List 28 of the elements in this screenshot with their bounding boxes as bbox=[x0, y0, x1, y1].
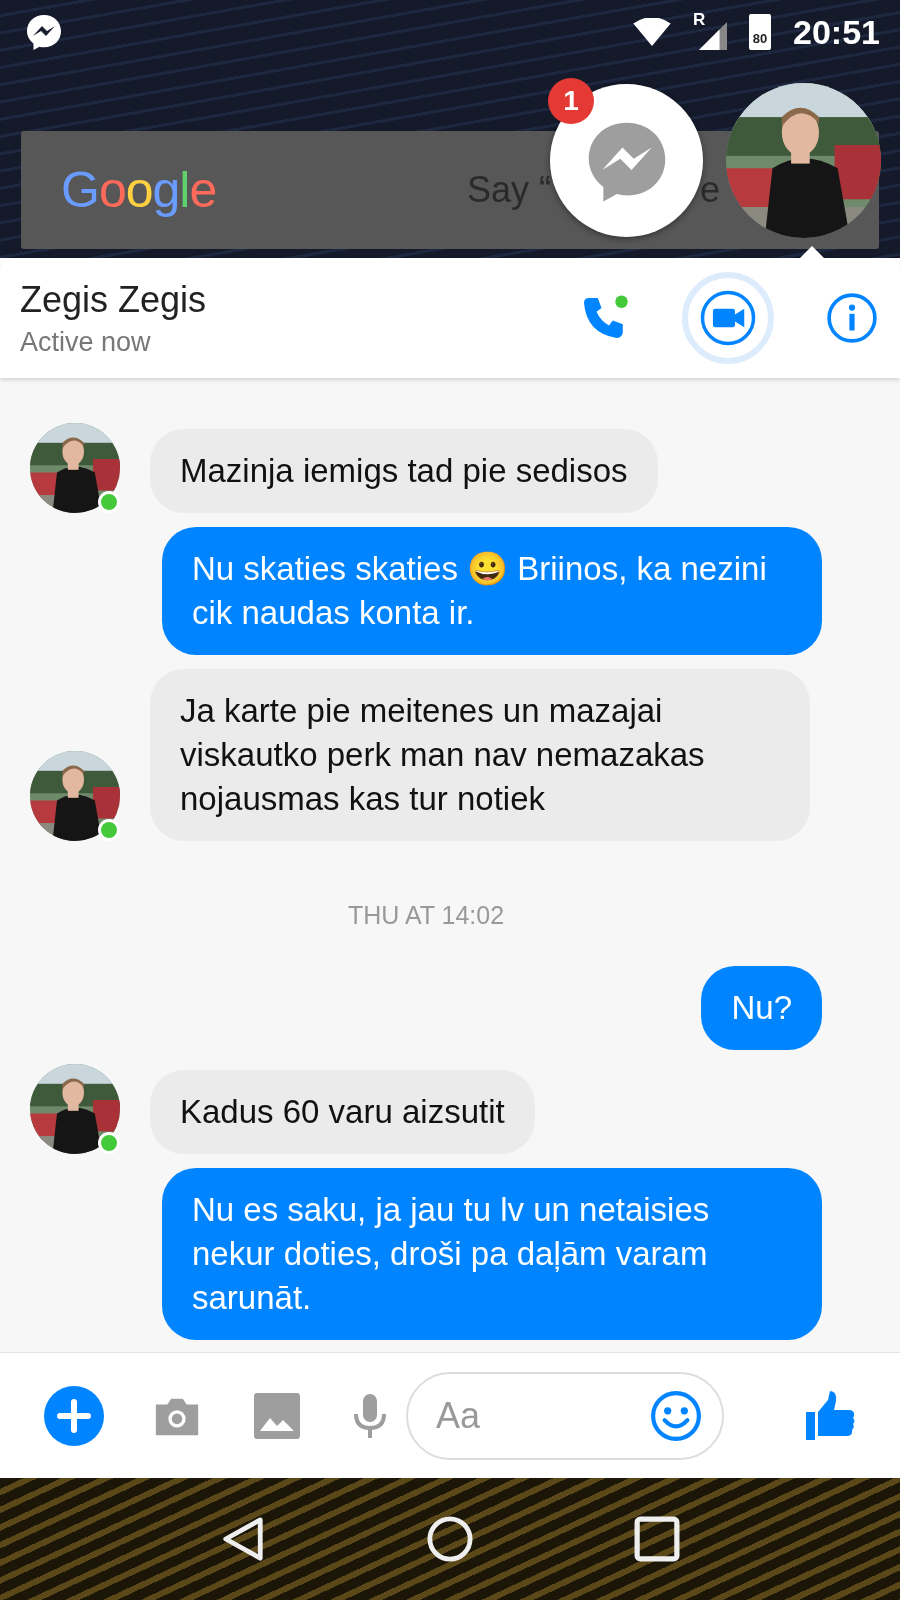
recent-apps-button[interactable] bbox=[633, 1516, 680, 1562]
sent-message: Nu? bbox=[701, 966, 822, 1050]
info-button[interactable] bbox=[824, 290, 880, 346]
contact-name: Zegis Zegis bbox=[20, 278, 208, 321]
info-icon bbox=[826, 292, 878, 344]
message-field[interactable]: Aa bbox=[406, 1371, 724, 1460]
clock: 20:51 bbox=[793, 12, 880, 52]
sent-message: Nu es saku, ja jau tu lv un netaisies nekur doties, droši pa daļām varam sarunāt. bbox=[162, 1168, 822, 1340]
received-message: Kadus 60 varu aizsutit bbox=[150, 1070, 535, 1154]
timestamp: THU AT 14:02 bbox=[346, 900, 506, 931]
microphone-icon[interactable] bbox=[352, 1391, 388, 1440]
received-message: Ja karte pie meitenes un mazajai viskautko perk man nav nemazakas nojausmas kas tur notiek bbox=[150, 669, 810, 841]
notification-badge: 1 bbox=[548, 78, 594, 124]
message-input[interactable]: Aa bbox=[434, 1393, 650, 1438]
video-camera-icon bbox=[699, 289, 757, 347]
roaming-label: R bbox=[693, 10, 706, 30]
messenger-icon bbox=[24, 12, 64, 52]
active-status: Active now bbox=[20, 326, 152, 358]
sent-message: Nu skaties skaties 😀 Briinos, ka nezini cik naudas konta ir. bbox=[162, 527, 822, 655]
like-button[interactable] bbox=[804, 1389, 856, 1442]
received-message: Mazinja iemigs tad pie sedisos bbox=[150, 429, 658, 513]
emoji-icon[interactable] bbox=[650, 1389, 702, 1442]
add-button[interactable] bbox=[44, 1385, 104, 1446]
wifi-icon bbox=[633, 18, 672, 46]
home-button[interactable] bbox=[427, 1516, 473, 1562]
video-call-button[interactable] bbox=[682, 272, 774, 364]
image-icon[interactable] bbox=[252, 1392, 302, 1439]
battery-level: 80 bbox=[752, 31, 768, 48]
